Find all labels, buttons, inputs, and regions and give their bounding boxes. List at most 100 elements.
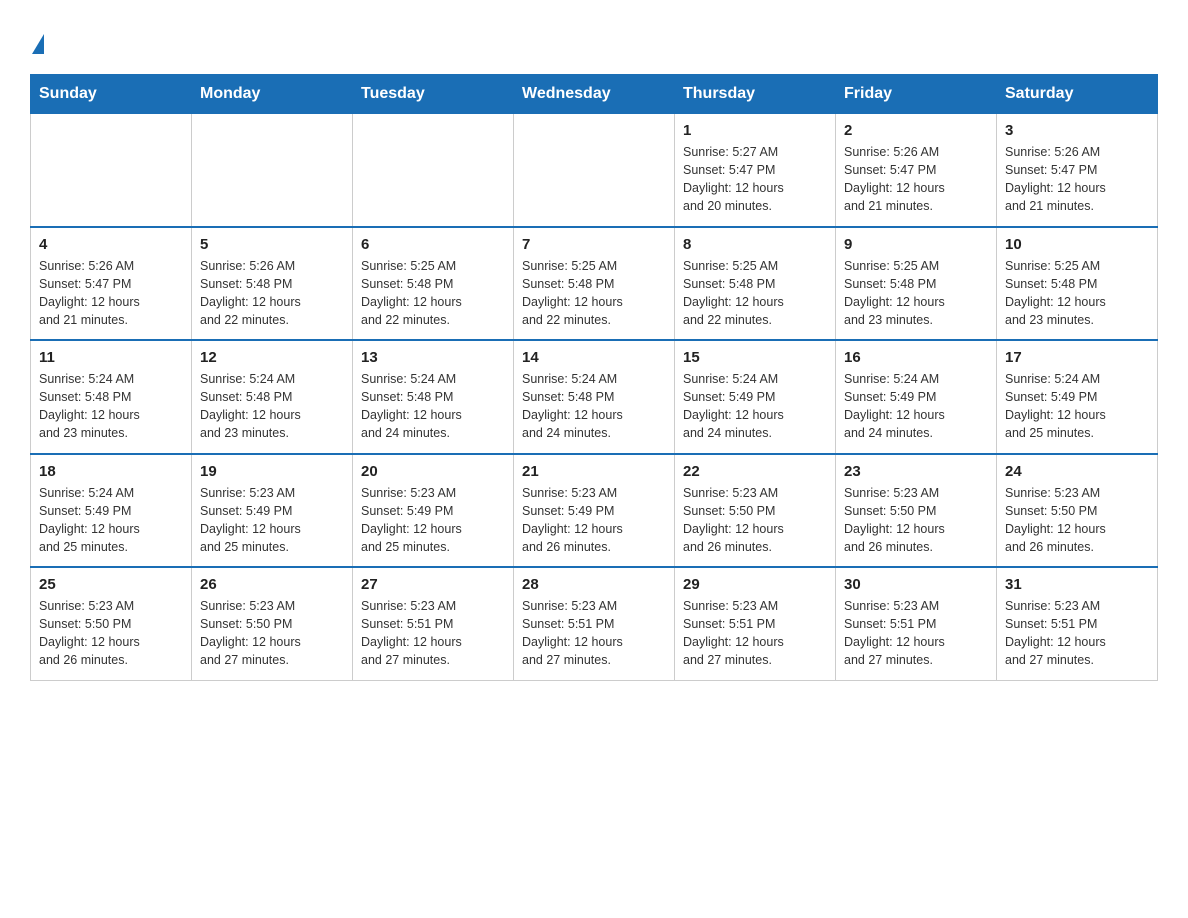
day-number: 13 bbox=[361, 349, 505, 366]
day-number: 26 bbox=[200, 576, 344, 593]
day-number: 22 bbox=[683, 463, 827, 480]
calendar-cell: 19 Sunrise: 5:23 AM Sunset: 5:49 PM Dayli… bbox=[192, 454, 353, 568]
calendar-cell: 30Sunrise: 5:23 AM Sunset: 5:51 PM Dayli… bbox=[836, 567, 997, 680]
day-info: Sunrise: 5:23 AM Sunset: 5:49 PM Dayligh… bbox=[522, 484, 666, 557]
day-number: 4 bbox=[39, 236, 183, 253]
calendar-cell: 4 Sunrise: 5:26 AM Sunset: 5:47 PM Daylig… bbox=[31, 227, 192, 341]
day-info: Sunrise: 5:23 AM Sunset: 5:51 PM Dayligh… bbox=[683, 597, 827, 670]
calendar-cell: 7 Sunrise: 5:25 AM Sunset: 5:48 PM Daylig… bbox=[514, 227, 675, 341]
weekday-header: Thursday bbox=[675, 75, 836, 114]
calendar-cell: 26 Sunrise: 5:23 AM Sunset: 5:50 PM Dayli… bbox=[192, 567, 353, 680]
day-info: Sunrise: 5:24 AM Sunset: 5:48 PM Dayligh… bbox=[522, 370, 666, 443]
calendar-cell: 27Sunrise: 5:23 AM Sunset: 5:51 PM Dayli… bbox=[353, 567, 514, 680]
day-info: Sunrise: 5:23 AM Sunset: 5:51 PM Dayligh… bbox=[844, 597, 988, 670]
calendar-cell: 3Sunrise: 5:26 AM Sunset: 5:47 PM Daylig… bbox=[997, 114, 1158, 227]
day-info: Sunrise: 5:24 AM Sunset: 5:49 PM Dayligh… bbox=[844, 370, 988, 443]
day-number: 10 bbox=[1005, 236, 1149, 253]
day-number: 6 bbox=[361, 236, 505, 253]
day-info: Sunrise: 5:23 AM Sunset: 5:50 PM Dayligh… bbox=[1005, 484, 1149, 557]
day-info: Sunrise: 5:23 AM Sunset: 5:49 PM Dayligh… bbox=[200, 484, 344, 557]
calendar-cell: 24 Sunrise: 5:23 AM Sunset: 5:50 PM Dayli… bbox=[997, 454, 1158, 568]
calendar-week-row: 11 Sunrise: 5:24 AM Sunset: 5:48 PM Dayli… bbox=[31, 340, 1158, 454]
day-info: Sunrise: 5:27 AM Sunset: 5:47 PM Dayligh… bbox=[683, 143, 827, 216]
day-number: 1 bbox=[683, 122, 827, 139]
header bbox=[30, 30, 1158, 54]
calendar-cell: 11Sunrise: 5:24 AM Sunset: 5:48 PM Dayli… bbox=[31, 340, 192, 454]
calendar-cell bbox=[192, 114, 353, 227]
calendar-cell bbox=[353, 114, 514, 227]
day-info: Sunrise: 5:26 AM Sunset: 5:48 PM Dayligh… bbox=[200, 257, 344, 330]
day-number: 2 bbox=[844, 122, 988, 139]
calendar-cell: 8 Sunrise: 5:25 AM Sunset: 5:48 PM Daylig… bbox=[675, 227, 836, 341]
weekday-header: Sunday bbox=[31, 75, 192, 114]
weekday-header: Tuesday bbox=[353, 75, 514, 114]
weekday-header: Friday bbox=[836, 75, 997, 114]
day-number: 18 bbox=[39, 463, 183, 480]
day-number: 29 bbox=[683, 576, 827, 593]
calendar-cell: 31 Sunrise: 5:23 AM Sunset: 5:51 PM Dayli… bbox=[997, 567, 1158, 680]
calendar-cell: 13 Sunrise: 5:24 AM Sunset: 5:48 PM Dayli… bbox=[353, 340, 514, 454]
calendar-cell: 12Sunrise: 5:24 AM Sunset: 5:48 PM Dayli… bbox=[192, 340, 353, 454]
day-number: 9 bbox=[844, 236, 988, 253]
day-info: Sunrise: 5:24 AM Sunset: 5:49 PM Dayligh… bbox=[39, 484, 183, 557]
day-info: Sunrise: 5:23 AM Sunset: 5:51 PM Dayligh… bbox=[522, 597, 666, 670]
calendar-cell: 2 Sunrise: 5:26 AM Sunset: 5:47 PM Daylig… bbox=[836, 114, 997, 227]
calendar-cell: 1 Sunrise: 5:27 AM Sunset: 5:47 PM Daylig… bbox=[675, 114, 836, 227]
calendar-cell: 28 Sunrise: 5:23 AM Sunset: 5:51 PM Dayli… bbox=[514, 567, 675, 680]
day-info: Sunrise: 5:25 AM Sunset: 5:48 PM Dayligh… bbox=[683, 257, 827, 330]
day-info: Sunrise: 5:26 AM Sunset: 5:47 PM Dayligh… bbox=[39, 257, 183, 330]
calendar-cell: 29 Sunrise: 5:23 AM Sunset: 5:51 PM Dayli… bbox=[675, 567, 836, 680]
calendar-header-row: SundayMondayTuesdayWednesdayThursdayFrid… bbox=[31, 75, 1158, 114]
day-info: Sunrise: 5:23 AM Sunset: 5:51 PM Dayligh… bbox=[1005, 597, 1149, 670]
day-number: 17 bbox=[1005, 349, 1149, 366]
day-number: 19 bbox=[200, 463, 344, 480]
day-number: 28 bbox=[522, 576, 666, 593]
day-number: 7 bbox=[522, 236, 666, 253]
day-number: 31 bbox=[1005, 576, 1149, 593]
day-info: Sunrise: 5:26 AM Sunset: 5:47 PM Dayligh… bbox=[844, 143, 988, 216]
day-info: Sunrise: 5:24 AM Sunset: 5:48 PM Dayligh… bbox=[200, 370, 344, 443]
calendar-cell: 15Sunrise: 5:24 AM Sunset: 5:49 PM Dayli… bbox=[675, 340, 836, 454]
day-number: 24 bbox=[1005, 463, 1149, 480]
calendar-cell: 25 Sunrise: 5:23 AM Sunset: 5:50 PM Dayli… bbox=[31, 567, 192, 680]
calendar-cell: 14 Sunrise: 5:24 AM Sunset: 5:48 PM Dayli… bbox=[514, 340, 675, 454]
day-number: 25 bbox=[39, 576, 183, 593]
day-info: Sunrise: 5:23 AM Sunset: 5:51 PM Dayligh… bbox=[361, 597, 505, 670]
day-info: Sunrise: 5:26 AM Sunset: 5:47 PM Dayligh… bbox=[1005, 143, 1149, 216]
weekday-header: Monday bbox=[192, 75, 353, 114]
calendar-cell: 9 Sunrise: 5:25 AM Sunset: 5:48 PM Daylig… bbox=[836, 227, 997, 341]
calendar-cell: 18 Sunrise: 5:24 AM Sunset: 5:49 PM Dayli… bbox=[31, 454, 192, 568]
calendar-cell bbox=[31, 114, 192, 227]
weekday-header: Wednesday bbox=[514, 75, 675, 114]
day-info: Sunrise: 5:23 AM Sunset: 5:50 PM Dayligh… bbox=[39, 597, 183, 670]
calendar-cell: 22 Sunrise: 5:23 AM Sunset: 5:50 PM Dayli… bbox=[675, 454, 836, 568]
day-number: 5 bbox=[200, 236, 344, 253]
day-info: Sunrise: 5:25 AM Sunset: 5:48 PM Dayligh… bbox=[1005, 257, 1149, 330]
day-number: 23 bbox=[844, 463, 988, 480]
calendar-cell: 5 Sunrise: 5:26 AM Sunset: 5:48 PM Daylig… bbox=[192, 227, 353, 341]
logo bbox=[30, 30, 44, 54]
day-info: Sunrise: 5:25 AM Sunset: 5:48 PM Dayligh… bbox=[361, 257, 505, 330]
logo-triangle-icon bbox=[32, 34, 44, 54]
day-number: 16 bbox=[844, 349, 988, 366]
day-number: 8 bbox=[683, 236, 827, 253]
calendar-cell: 17Sunrise: 5:24 AM Sunset: 5:49 PM Dayli… bbox=[997, 340, 1158, 454]
calendar-cell: 6 Sunrise: 5:25 AM Sunset: 5:48 PM Daylig… bbox=[353, 227, 514, 341]
day-number: 11 bbox=[39, 349, 183, 366]
calendar-cell: 21Sunrise: 5:23 AM Sunset: 5:49 PM Dayli… bbox=[514, 454, 675, 568]
day-number: 14 bbox=[522, 349, 666, 366]
calendar: SundayMondayTuesdayWednesdayThursdayFrid… bbox=[30, 74, 1158, 681]
day-info: Sunrise: 5:23 AM Sunset: 5:50 PM Dayligh… bbox=[844, 484, 988, 557]
day-info: Sunrise: 5:24 AM Sunset: 5:49 PM Dayligh… bbox=[683, 370, 827, 443]
day-info: Sunrise: 5:25 AM Sunset: 5:48 PM Dayligh… bbox=[522, 257, 666, 330]
day-number: 20 bbox=[361, 463, 505, 480]
day-info: Sunrise: 5:25 AM Sunset: 5:48 PM Dayligh… bbox=[844, 257, 988, 330]
calendar-week-row: 18 Sunrise: 5:24 AM Sunset: 5:49 PM Dayli… bbox=[31, 454, 1158, 568]
weekday-header: Saturday bbox=[997, 75, 1158, 114]
day-info: Sunrise: 5:24 AM Sunset: 5:48 PM Dayligh… bbox=[361, 370, 505, 443]
calendar-cell: 16 Sunrise: 5:24 AM Sunset: 5:49 PM Dayli… bbox=[836, 340, 997, 454]
calendar-week-row: 4 Sunrise: 5:26 AM Sunset: 5:47 PM Daylig… bbox=[31, 227, 1158, 341]
day-info: Sunrise: 5:23 AM Sunset: 5:50 PM Dayligh… bbox=[683, 484, 827, 557]
day-info: Sunrise: 5:23 AM Sunset: 5:49 PM Dayligh… bbox=[361, 484, 505, 557]
day-info: Sunrise: 5:23 AM Sunset: 5:50 PM Dayligh… bbox=[200, 597, 344, 670]
